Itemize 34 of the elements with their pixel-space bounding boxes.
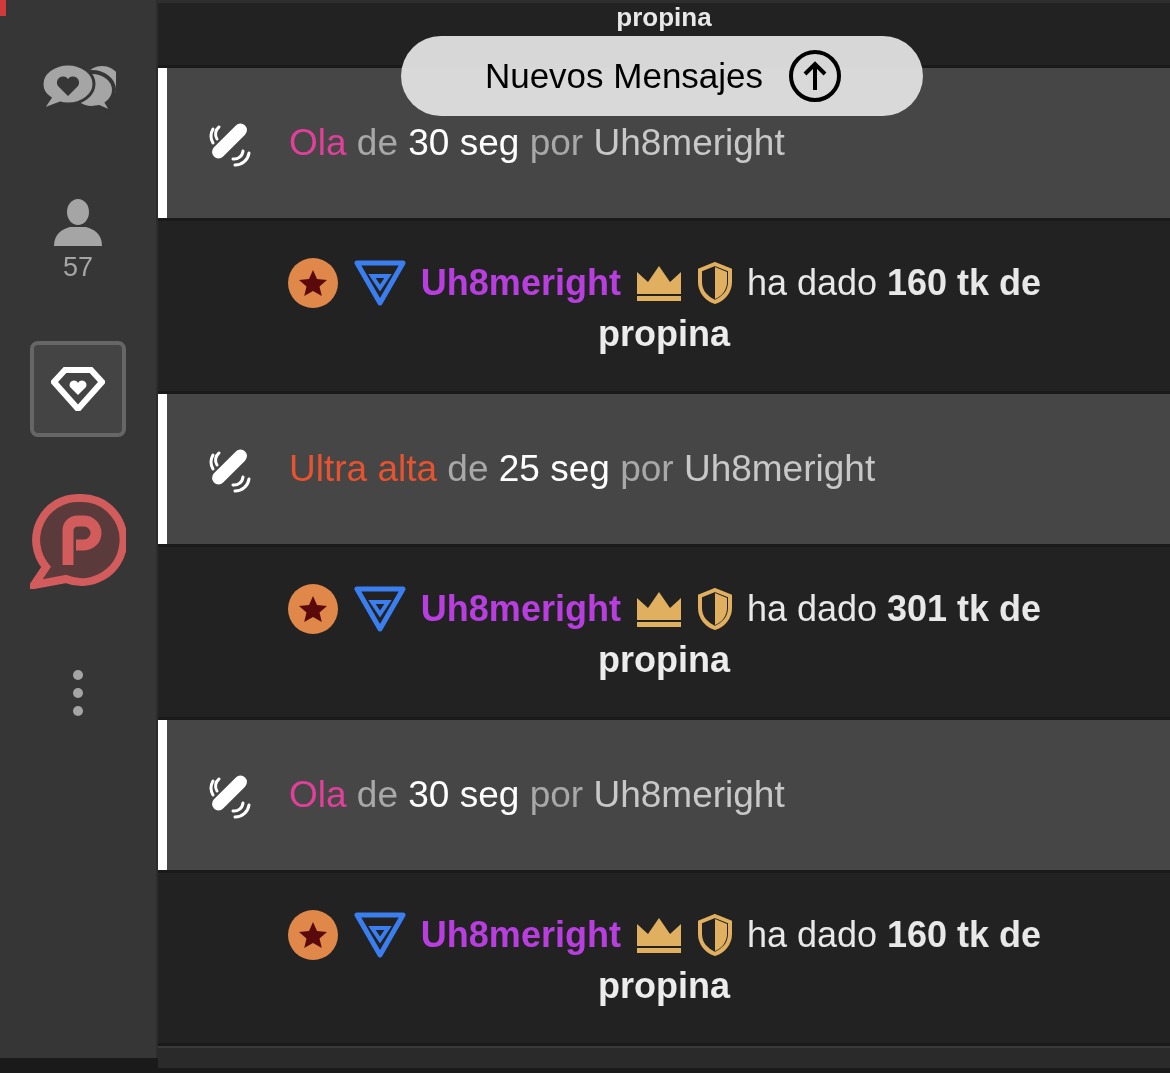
accent-mark	[0, 0, 6, 16]
triangle-icon	[352, 260, 407, 306]
more-icon[interactable]	[72, 669, 84, 717]
tip-text: ha dado 160 tk de	[746, 262, 1042, 304]
star-badge-icon	[286, 257, 339, 309]
diamond-button[interactable]	[30, 341, 126, 437]
triangle-icon	[352, 586, 407, 632]
crown-icon	[634, 916, 683, 954]
username[interactable]: Uh8meright	[420, 588, 621, 630]
shield-icon	[696, 588, 733, 630]
tip-text: propina	[598, 965, 730, 1007]
tip-text: ha dado 160 tk de	[746, 914, 1042, 956]
username[interactable]: Uh8meright	[420, 262, 621, 304]
diamond-heart-icon	[51, 367, 105, 411]
username[interactable]: Uh8meright	[420, 914, 621, 956]
p-logo-icon[interactable]	[30, 493, 126, 589]
users-button[interactable]: 57	[53, 198, 103, 283]
star-badge-icon	[286, 909, 339, 961]
triangle-icon	[352, 912, 407, 958]
person-icon	[53, 198, 103, 246]
message-text: propina	[616, 3, 712, 31]
crown-icon	[634, 590, 683, 628]
notice-text: Ola de 30 seg por Uh8meright	[289, 122, 785, 164]
tip-text: propina	[598, 639, 730, 681]
shield-icon	[696, 914, 733, 956]
shield-icon	[696, 262, 733, 304]
arrow-up-icon	[787, 48, 844, 104]
notice-text: Ola de 30 seg por Uh8meright	[289, 774, 785, 816]
tip-text: ha dado 301 tk de	[746, 588, 1042, 630]
tip-text: propina	[598, 313, 730, 355]
crown-icon	[634, 264, 683, 302]
star-badge-icon	[286, 583, 339, 635]
notice-text: Ultra alta de 25 seg por Uh8meright	[289, 448, 876, 490]
new-messages-button[interactable]: Nuevos Mensajes	[401, 36, 923, 116]
